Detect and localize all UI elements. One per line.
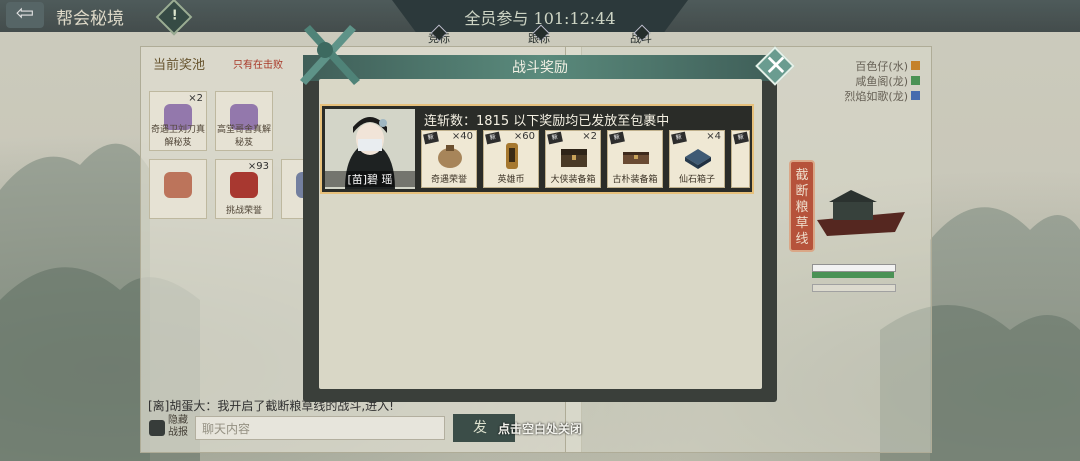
hero-portrait: [苗]碧 瑶 bbox=[325, 109, 415, 189]
close-hint[interactable]: 点击空白处关闭 bbox=[0, 420, 1080, 437]
reward-item-partial[interactable]: 新 bbox=[731, 130, 750, 188]
reward-item[interactable]: 新 ×40 奇遇荣誉 bbox=[421, 130, 477, 188]
item-label: 仙石箱子 bbox=[678, 175, 715, 185]
stone-box-icon bbox=[685, 149, 711, 169]
item-label: 大侠装备箱 bbox=[550, 175, 596, 185]
item-label: 奇遇荣誉 bbox=[430, 175, 467, 185]
reward-row: [苗]碧 瑶 连斩数：1815 以下奖励均已发放至包裹中 新 ×40 奇遇荣誉 … bbox=[320, 104, 754, 194]
reward-item[interactable]: 新 ×60 英雄币 bbox=[483, 130, 539, 188]
hero-name: [苗]碧 瑶 bbox=[325, 171, 415, 187]
streak-text: 连斩数：1815 以下奖励均已发放至包裹中 bbox=[424, 114, 670, 129]
honor-bag-icon bbox=[438, 145, 462, 168]
item-count: ×4 bbox=[706, 131, 721, 142]
item-label: 古朴装备箱 bbox=[612, 175, 658, 185]
item-count: ×60 bbox=[513, 131, 535, 142]
close-icon: ✕ bbox=[764, 49, 788, 82]
item-count: ×40 bbox=[451, 131, 473, 142]
tag-icon: 新 bbox=[733, 131, 749, 145]
item-count: ×2 bbox=[582, 131, 597, 142]
crossed-swords-icon bbox=[300, 25, 360, 85]
hero-coin-icon bbox=[506, 143, 518, 169]
box-icon bbox=[623, 152, 649, 164]
reward-item[interactable]: 新 ×4 仙石箱子 bbox=[669, 130, 725, 188]
item-label: 英雄币 bbox=[497, 175, 525, 185]
chest-icon bbox=[561, 149, 587, 167]
reward-item[interactable]: 新 ×2 大侠装备箱 bbox=[545, 130, 601, 188]
close-button[interactable]: ✕ bbox=[755, 46, 797, 88]
reward-item[interactable]: 新 古朴装备箱 bbox=[607, 130, 663, 188]
